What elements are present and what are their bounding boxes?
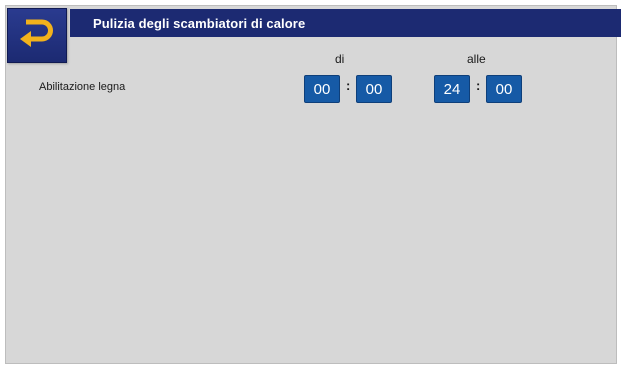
time-separator-to: : — [476, 78, 481, 93]
from-minute-field[interactable]: 00 — [356, 75, 392, 103]
to-minute-field[interactable]: 00 — [486, 75, 522, 103]
header-bar: Pulizia degli scambiatori di calore — [70, 9, 621, 37]
row-label-abilitazione-legna: Abilitazione legna — [39, 81, 126, 93]
to-hour-field[interactable]: 24 — [434, 75, 470, 103]
screen-panel — [5, 5, 617, 364]
column-label-from: di — [335, 52, 345, 66]
time-separator-from: : — [346, 78, 351, 93]
from-hour-field[interactable]: 00 — [304, 75, 340, 103]
column-label-to: alle — [467, 52, 486, 66]
back-button[interactable] — [7, 8, 67, 63]
page-title: Pulizia degli scambiatori di calore — [93, 15, 306, 31]
return-arrow-icon — [17, 17, 57, 54]
